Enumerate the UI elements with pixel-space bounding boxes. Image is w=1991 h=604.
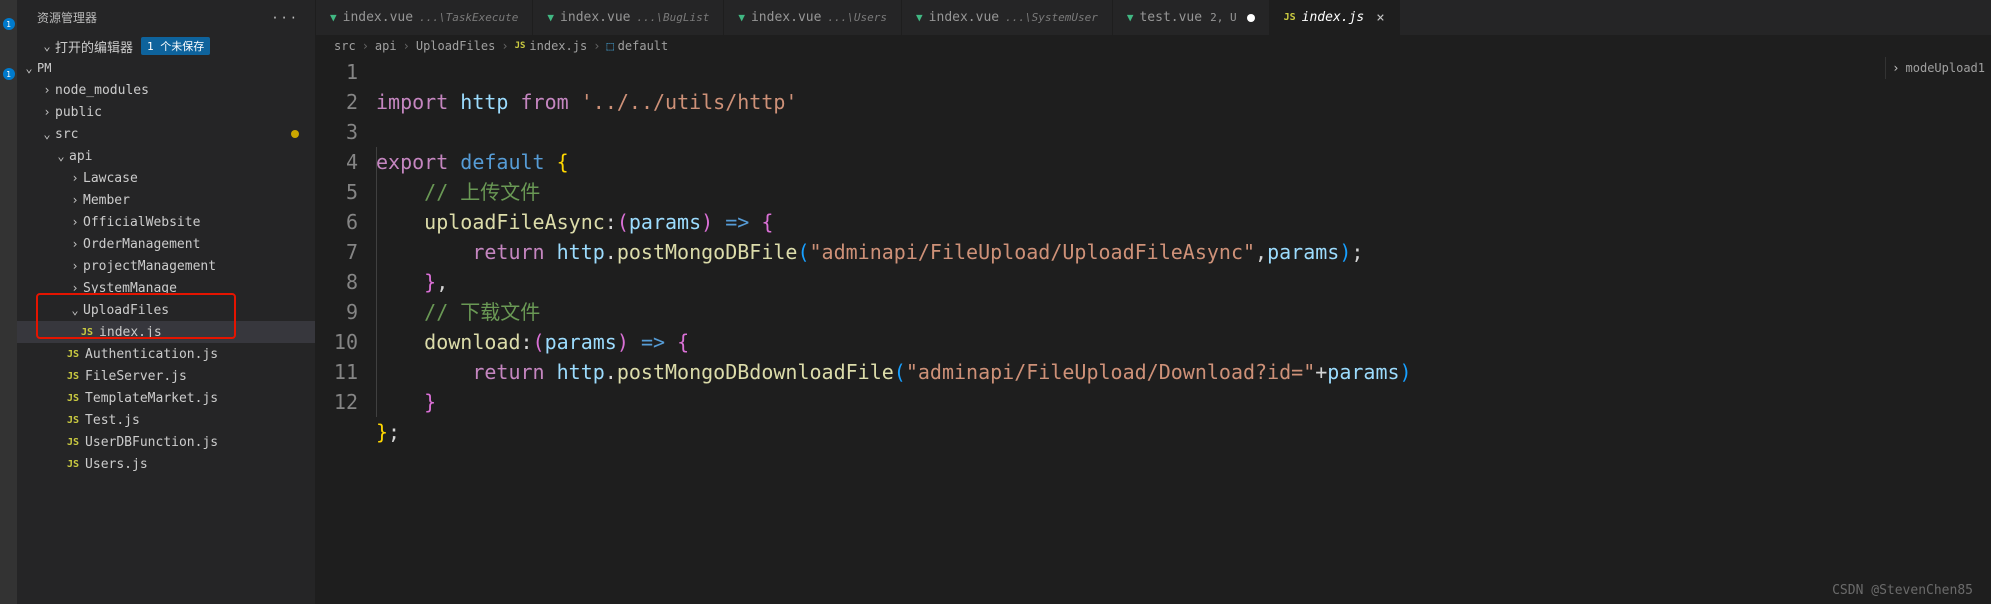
file-item[interactable]: JSTemplateMarket.js	[17, 387, 315, 409]
file-tree: ›node_modules›public⌄src⌄api›Lawcase›Mem…	[17, 79, 315, 475]
folder-item[interactable]: ›SystemManage	[17, 277, 315, 299]
js-icon: JS	[1284, 12, 1296, 23]
watermark: CSDN @StevenChen85	[1832, 583, 1973, 598]
sidebar-title: 资源管理器	[37, 9, 97, 26]
editor-tab[interactable]: ▼index.vue...\SystemUser	[902, 0, 1113, 35]
sidebar-header: 资源管理器 ···	[17, 0, 315, 35]
project-root[interactable]: ⌄ PM	[17, 57, 315, 79]
activity-badge: 1	[3, 18, 15, 30]
js-icon: JS	[67, 415, 79, 426]
editor-tab[interactable]: ▼test.vue2, U	[1113, 0, 1270, 35]
file-item[interactable]: JSUserDBFunction.js	[17, 431, 315, 453]
chevron-icon: ›	[67, 193, 83, 207]
folder-item[interactable]: ›node_modules	[17, 79, 315, 101]
vue-icon: ▼	[1127, 11, 1134, 24]
file-item[interactable]: JSindex.js	[17, 321, 315, 343]
breadcrumb[interactable]: src› api› UploadFiles› JSindex.js› ⬚defa…	[316, 35, 1991, 57]
open-editors-section[interactable]: ⌄ 打开的编辑器 1 个未保存	[17, 35, 315, 57]
chevron-icon: ›	[67, 281, 83, 295]
vue-icon: ▼	[738, 11, 745, 24]
folder-item[interactable]: ⌄api	[17, 145, 315, 167]
chevron-icon: ›	[67, 259, 83, 273]
symbol-icon: ⬚	[606, 39, 613, 53]
breadcrumb-overflow[interactable]: › modeUpload1	[1885, 57, 1991, 79]
code-editor[interactable]: 123456789101112 import http from '../../…	[316, 57, 1991, 604]
chevron-down-icon: ⌄	[39, 39, 55, 53]
tab-bar: ▼index.vue...\TaskExecute▼index.vue...\B…	[316, 0, 1991, 35]
chevron-down-icon: ⌄	[21, 61, 37, 75]
folder-item[interactable]: ⌄UploadFiles	[17, 299, 315, 321]
folder-item[interactable]: ›projectManagement	[17, 255, 315, 277]
js-icon: JS	[67, 459, 79, 470]
folder-item[interactable]: ›Lawcase	[17, 167, 315, 189]
editor-area: ▼index.vue...\TaskExecute▼index.vue...\B…	[316, 0, 1991, 604]
chevron-icon: ⌄	[39, 127, 55, 141]
explorer-sidebar: 资源管理器 ··· ⌄ 打开的编辑器 1 个未保存 ⌄ PM ›node_mod…	[17, 0, 316, 604]
editor-tab[interactable]: ▼index.vue...\Users	[724, 0, 902, 35]
unsaved-badge: 1 个未保存	[141, 37, 210, 55]
chevron-icon: ›	[67, 215, 83, 229]
editor-tab[interactable]: JSindex.js×	[1270, 0, 1400, 35]
chevron-icon: ›	[67, 237, 83, 251]
folder-item[interactable]: ›OfficialWebsite	[17, 211, 315, 233]
folder-item[interactable]: ⌄src	[17, 123, 315, 145]
file-item[interactable]: JSUsers.js	[17, 453, 315, 475]
file-item[interactable]: JSTest.js	[17, 409, 315, 431]
chevron-icon: ⌄	[67, 303, 83, 317]
chevron-icon: ›	[39, 105, 55, 119]
js-icon: JS	[515, 41, 526, 51]
code-body[interactable]: import http from '../../utils/http' expo…	[376, 57, 1991, 604]
open-editors-label: 打开的编辑器	[55, 37, 133, 56]
vue-icon: ▼	[547, 11, 554, 24]
chevron-icon: ›	[67, 171, 83, 185]
js-icon: JS	[67, 393, 79, 404]
js-icon: JS	[67, 371, 79, 382]
folder-item[interactable]: ›public	[17, 101, 315, 123]
vue-icon: ▼	[330, 11, 337, 24]
more-icon[interactable]: ···	[271, 11, 299, 25]
line-numbers: 123456789101112	[316, 57, 376, 604]
editor-tab[interactable]: ▼index.vue...\TaskExecute	[316, 0, 533, 35]
folder-item[interactable]: ›OrderManagement	[17, 233, 315, 255]
editor-tab[interactable]: ▼index.vue...\BugList	[533, 0, 724, 35]
activity-badge: 1	[3, 68, 15, 80]
js-icon: JS	[67, 437, 79, 448]
file-item[interactable]: JSFileServer.js	[17, 365, 315, 387]
vue-icon: ▼	[916, 11, 923, 24]
file-item[interactable]: JSAuthentication.js	[17, 343, 315, 365]
chevron-icon: ⌄	[53, 149, 69, 163]
close-icon[interactable]: ×	[1376, 10, 1384, 26]
js-icon: JS	[67, 349, 79, 360]
activity-bar: 1 1	[0, 0, 17, 604]
folder-item[interactable]: ›Member	[17, 189, 315, 211]
modified-dot	[291, 130, 299, 138]
chevron-icon: ›	[39, 83, 55, 97]
chevron-right-icon: ›	[1892, 61, 1899, 75]
modified-dot	[1247, 14, 1255, 22]
js-icon: JS	[81, 327, 93, 338]
